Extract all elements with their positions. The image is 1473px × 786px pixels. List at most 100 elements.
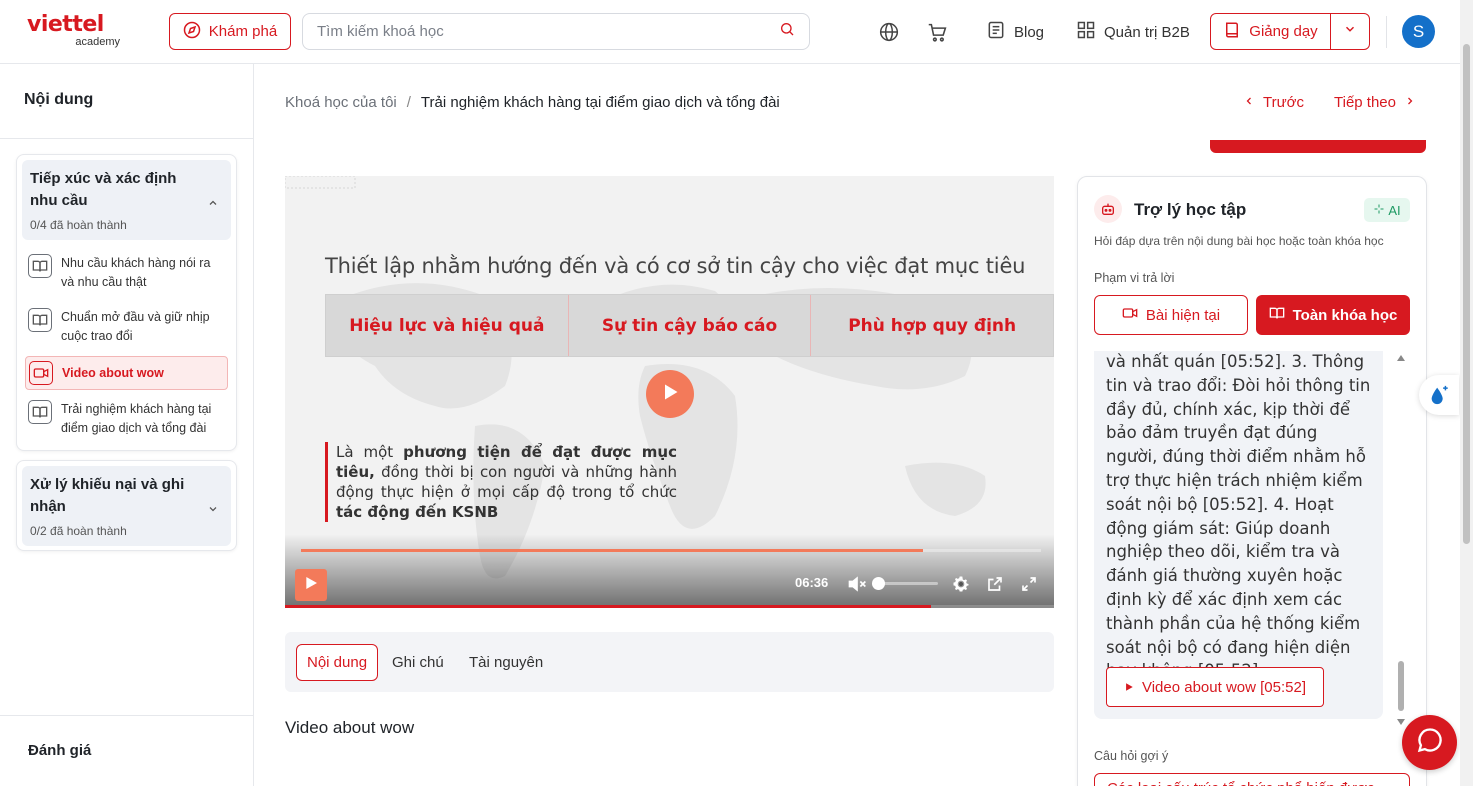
explore-label: Khám phá	[208, 23, 278, 40]
scroll-down-icon[interactable]	[1397, 719, 1405, 725]
tab-content[interactable]: Nội dung	[296, 644, 379, 681]
chevron-right-icon	[1404, 94, 1416, 111]
lesson-item[interactable]: Chuẩn mở đầu và giữ nhịp cuộc trao đổi	[25, 302, 228, 352]
section-title: Tiếp xúc và xác định nhu cầu	[30, 170, 177, 209]
play-icon	[660, 382, 680, 407]
scroll-up-icon[interactable]	[1397, 355, 1405, 361]
lesson-heading: Video about wow	[285, 718, 415, 737]
section-header[interactable]: Xử lý khiếu nại và ghi nhận 0/2 đã hoàn …	[22, 466, 231, 546]
video-player[interactable]: Thiết lập nhằm hướng đến và có cơ sở tin…	[285, 176, 1054, 608]
ai-badge: AI	[1364, 198, 1410, 222]
volume-slider[interactable]	[872, 577, 938, 590]
explore-button[interactable]: Khám phá	[169, 13, 291, 50]
tab-resources[interactable]: Tài nguyên	[459, 644, 553, 681]
volume-knob[interactable]	[872, 577, 885, 590]
scope-whole-course-button[interactable]: Toàn khóa học	[1256, 295, 1410, 335]
reference-label: Video about wow [05:52]	[1141, 678, 1306, 696]
chevron-up-icon[interactable]	[207, 196, 219, 214]
center-play-button[interactable]	[646, 370, 694, 418]
sparkle-icon	[1373, 203, 1385, 218]
scrollbar-thumb[interactable]	[1398, 661, 1404, 711]
top-header: viettel academy Khám phá Blog Quản trị B…	[0, 0, 1460, 64]
globe-icon[interactable]	[877, 20, 901, 44]
water-drop-icon[interactable]	[1419, 375, 1459, 415]
scope-label: Phạm vi trả lời	[1094, 271, 1175, 285]
search-icon[interactable]	[779, 21, 795, 42]
section-progress: 0/2 đã hoàn thành	[30, 524, 127, 538]
learning-assistant-panel: Trợ lý học tập AI Hỏi đáp dựa trên nội d…	[1077, 176, 1427, 786]
assistant-answer: và nhất quán [05:52]. 3. Thông tin và tr…	[1094, 351, 1383, 719]
buffer-progress	[285, 605, 931, 608]
assistant-title: Trợ lý học tập	[1134, 200, 1247, 219]
book-icon	[28, 400, 52, 424]
logo-brand: viettel	[27, 12, 104, 37]
user-avatar[interactable]: S	[1402, 15, 1435, 48]
chat-button[interactable]	[1402, 715, 1457, 770]
robot-icon	[1094, 195, 1122, 223]
page-scrollbar[interactable]	[1460, 0, 1473, 786]
sidebar-divider	[0, 138, 253, 139]
video-icon	[29, 361, 53, 385]
seek-bar[interactable]	[301, 549, 1041, 552]
section-1: Tiếp xúc và xác định nhu cầu 0/4 đã hoàn…	[16, 154, 237, 451]
chevron-down-icon[interactable]	[207, 502, 219, 520]
scope-current-lesson-button[interactable]: Bài hiện tại	[1094, 295, 1248, 335]
play-button[interactable]	[295, 569, 327, 601]
popout-icon[interactable]	[984, 573, 1006, 595]
section-header[interactable]: Tiếp xúc và xác định nhu cầu 0/4 đã hoàn…	[22, 160, 231, 240]
answer-scrollbar[interactable]	[1396, 351, 1406, 729]
evaluation-link[interactable]: Đánh giá	[28, 742, 91, 759]
lesson-label: Chuẩn mở đầu và giữ nhịp cuộc trao đổi	[61, 310, 210, 343]
play-icon	[303, 575, 319, 596]
quote-middle: đồng thời bị con người và những hành độn…	[336, 463, 677, 501]
teach-dropdown-button[interactable]	[1331, 14, 1369, 49]
quote-prefix: Là một	[336, 443, 404, 461]
lesson-item-active[interactable]: Video about wow	[25, 356, 228, 390]
lesson-item[interactable]: Trải nghiệm khách hàng tại điểm giao dịc…	[25, 394, 228, 444]
time-display: 06:36	[795, 575, 829, 590]
header-divider	[1386, 16, 1387, 48]
search-bar[interactable]	[302, 13, 810, 50]
blog-link[interactable]: Blog	[986, 20, 1044, 44]
compass-icon	[183, 21, 201, 43]
lesson-item[interactable]: Nhu cầu khách hàng nói ra và nhu cầu thậ…	[25, 248, 228, 298]
tab-notes[interactable]: Ghi chú	[382, 644, 454, 681]
b2b-admin-link[interactable]: Quản trị B2B	[1076, 20, 1190, 44]
settings-gear-icon[interactable]	[950, 573, 972, 595]
sidebar-title: Nội dung	[24, 91, 94, 108]
b2b-label: Quản trị B2B	[1104, 23, 1190, 41]
fullscreen-icon[interactable]	[1018, 573, 1040, 595]
suggested-question-chip[interactable]: Các loại cấu trúc tổ chức phổ biến được	[1094, 773, 1410, 786]
breadcrumb-parent[interactable]: Khoá học của tôi	[285, 94, 397, 111]
course-sidebar: Nội dung Tiếp xúc và xác định nhu cầu 0/…	[0, 64, 254, 786]
chevron-left-icon	[1243, 94, 1255, 111]
book-icon	[28, 308, 52, 332]
assistant-description: Hỏi đáp dựa trên nội dung bài học hoặc t…	[1094, 234, 1384, 248]
section-title: Xử lý khiếu nại và ghi nhận	[30, 476, 185, 515]
next-button[interactable]: Tiếp theo	[1334, 94, 1416, 111]
scope-all-label: Toàn khóa học	[1292, 306, 1398, 324]
search-input[interactable]	[317, 23, 779, 40]
breadcrumb-separator: /	[406, 94, 411, 111]
lesson-label: Video about wow	[62, 365, 164, 380]
answer-text: và nhất quán [05:52]. 3. Thông tin và tr…	[1106, 352, 1371, 680]
chevron-down-icon	[1343, 22, 1357, 41]
mute-icon[interactable]	[846, 573, 868, 595]
logo-sub: academy	[75, 36, 120, 48]
viettel-academy-logo[interactable]: viettel academy	[27, 12, 122, 49]
prev-button[interactable]: Trước	[1243, 94, 1304, 111]
suggested-questions-label: Câu hỏi gợi ý	[1094, 749, 1169, 763]
page-scrollbar-thumb[interactable]	[1463, 44, 1470, 544]
teach-button[interactable]: Giảng dạy	[1211, 14, 1331, 49]
chat-bubble-icon	[1416, 726, 1444, 759]
lesson-label: Trải nghiệm khách hàng tại điểm giao dịc…	[61, 402, 212, 435]
cart-icon[interactable]	[925, 20, 949, 44]
slide-quote: Là một phương tiện để đạt được mục tiêu,…	[325, 442, 677, 522]
video-reference-button[interactable]: Video about wow [05:52]	[1106, 667, 1324, 707]
sidebar-bottom-divider	[0, 715, 253, 716]
blog-label: Blog	[1014, 23, 1045, 41]
prev-label: Trước	[1263, 94, 1304, 111]
slide-boxes: Hiệu lực và hiệu quả Sự tin cậy báo cáo …	[325, 294, 1054, 357]
book-icon	[1223, 21, 1241, 43]
open-book-icon	[1269, 305, 1285, 325]
